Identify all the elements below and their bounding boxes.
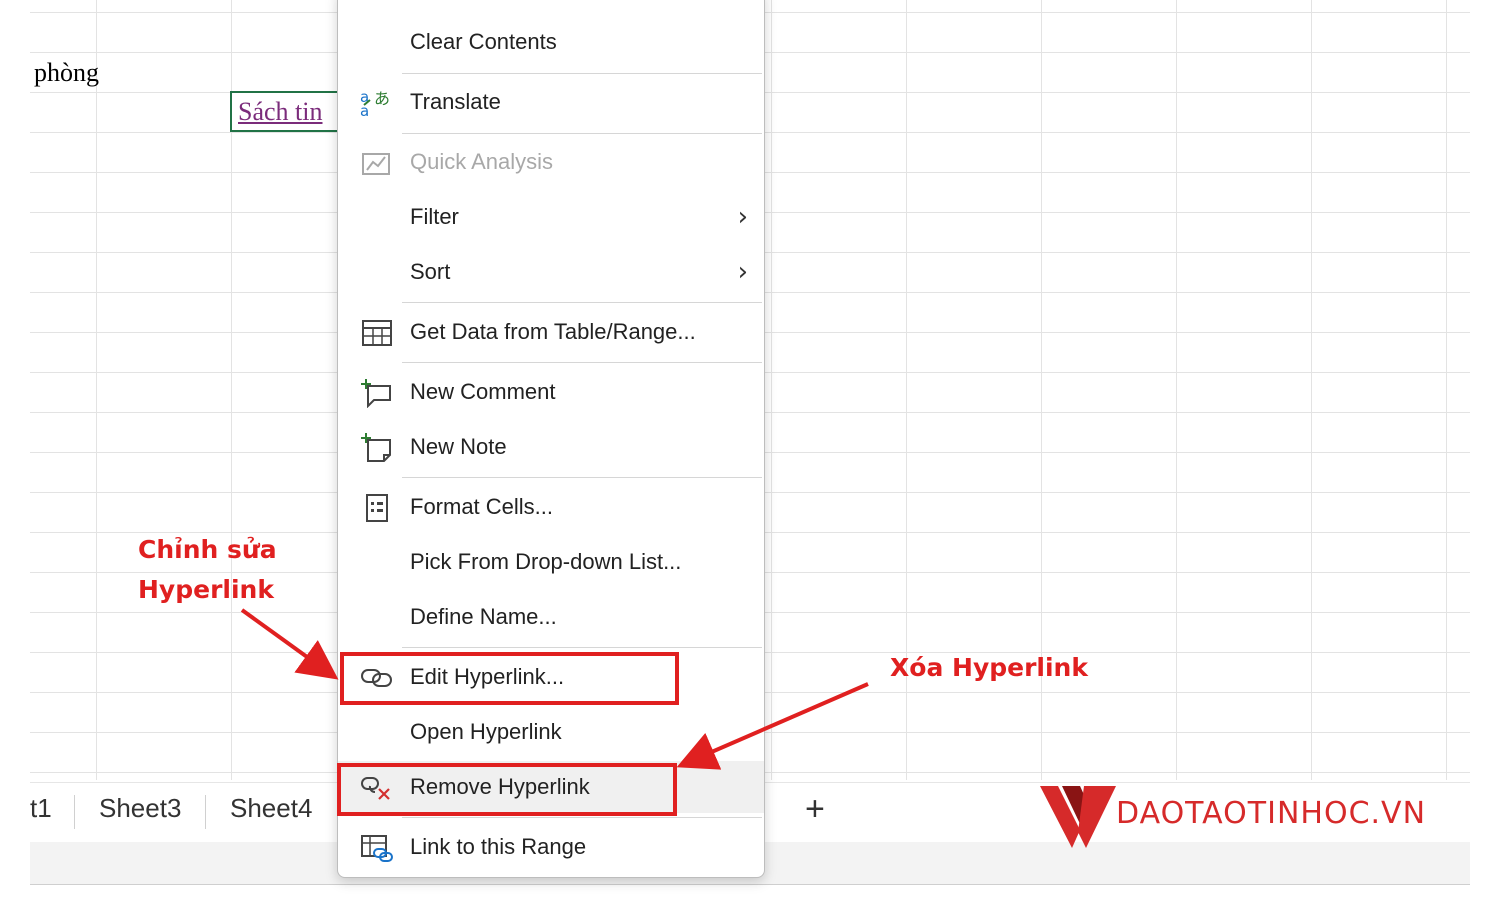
arrow-to-edit-hyperlink <box>240 608 339 680</box>
annotation-arrows <box>240 608 869 770</box>
arrow-to-remove-hyperlink <box>676 682 869 770</box>
